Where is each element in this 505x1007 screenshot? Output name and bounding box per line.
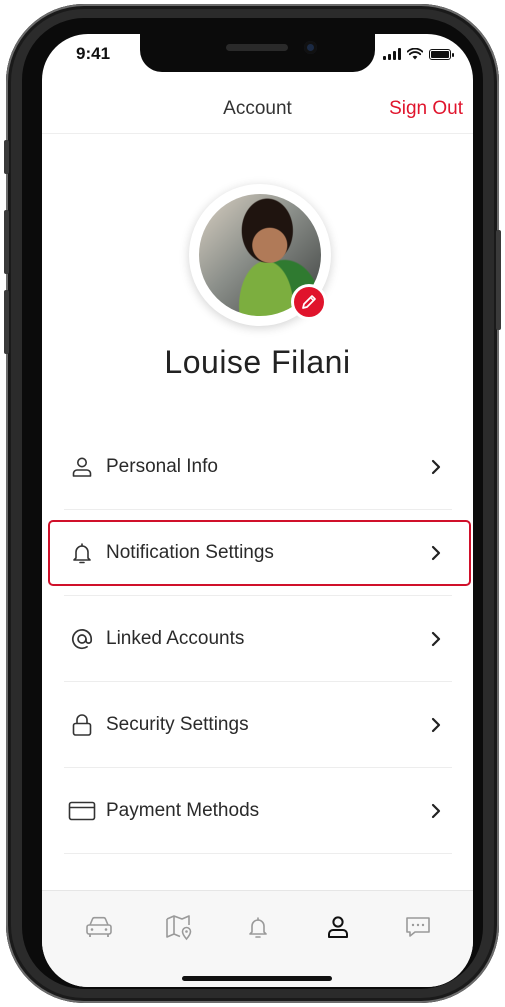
chevron-right-icon	[426, 543, 446, 563]
battery-icon	[429, 48, 454, 60]
edit-avatar-button[interactable]	[291, 284, 327, 320]
menu-item-notification-settings[interactable]: Notification Settings	[64, 510, 452, 596]
menu-item-label: Linked Accounts	[106, 627, 245, 649]
home-indicator[interactable]	[182, 976, 332, 981]
menu-item-linked-accounts[interactable]: Linked Accounts	[64, 596, 452, 682]
car-icon	[86, 916, 112, 937]
signal-icon	[383, 48, 401, 60]
person-icon	[328, 916, 348, 938]
mute-switch	[4, 140, 9, 174]
menu-item-label: Security Settings	[106, 713, 249, 735]
wifi-icon	[407, 48, 423, 60]
speaker	[226, 44, 288, 51]
avatar-container	[189, 184, 331, 326]
chevron-right-icon	[426, 801, 446, 821]
app-screen: 9:41 Account Sign Out Louise Filani Pers…	[42, 34, 473, 987]
map-icon	[166, 915, 192, 941]
at-sign-icon	[68, 625, 96, 653]
bell-icon	[68, 539, 96, 567]
menu-item-security-settings[interactable]: Security Settings	[64, 682, 452, 768]
tab-map[interactable]	[159, 907, 199, 947]
header-bar: Account Sign Out	[42, 90, 473, 134]
chevron-right-icon	[426, 715, 446, 735]
menu-item-personal-info[interactable]: Personal Info	[64, 424, 452, 510]
status-time: 9:41	[76, 44, 111, 63]
tab-account[interactable]	[318, 907, 358, 947]
chevron-right-icon	[426, 457, 446, 477]
volume-up-button	[4, 210, 9, 274]
lock-icon	[68, 711, 96, 739]
power-button	[496, 230, 501, 330]
menu-item-label: Payment Methods	[106, 799, 260, 821]
notch	[140, 34, 375, 72]
person-icon	[68, 453, 96, 481]
sign-out-button[interactable]: Sign Out	[389, 98, 463, 120]
pencil-icon	[302, 295, 316, 309]
tab-messages[interactable]	[398, 907, 438, 947]
credit-card-icon	[68, 797, 96, 825]
front-camera	[304, 41, 317, 54]
tab-bar	[42, 890, 473, 987]
menu-item-label: Notification Settings	[106, 541, 274, 563]
chat-icon	[406, 917, 430, 937]
tab-notifications[interactable]	[238, 907, 278, 947]
status-icons	[383, 48, 454, 60]
bell-icon	[249, 917, 267, 938]
volume-down-button	[4, 290, 9, 354]
menu-item-label: Personal Info	[106, 455, 218, 477]
menu-item-payment-methods[interactable]: Payment Methods	[64, 768, 452, 854]
tab-vehicle[interactable]	[79, 907, 119, 947]
chevron-right-icon	[426, 629, 446, 649]
user-name: Louise Filani	[164, 344, 351, 380]
